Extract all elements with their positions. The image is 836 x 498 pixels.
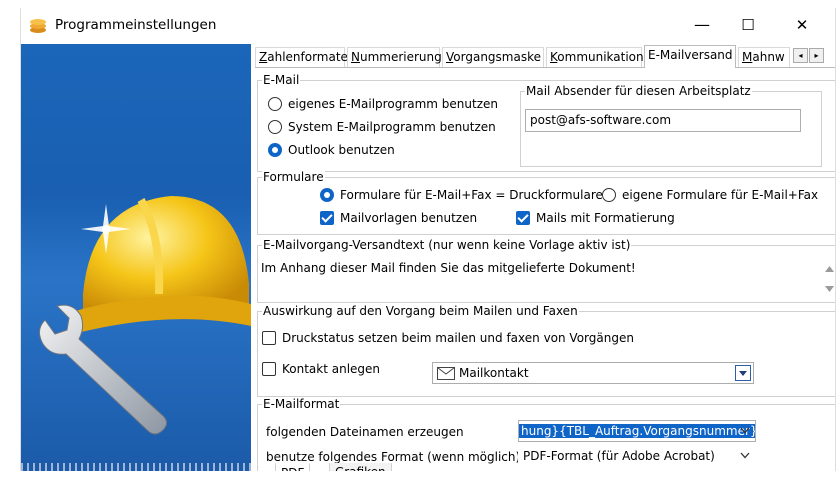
tab-strip: Zahlenformate Nummerierung Vorgangsmaske… — [255, 45, 835, 68]
radio-own-label: eigenes E-Mailprogramm benutzen — [288, 97, 498, 111]
maximize-button[interactable]: ☐ — [725, 8, 771, 42]
tab-grafiken[interactable]: Grafiken — [329, 463, 392, 471]
chevron-down-icon — [735, 365, 751, 381]
tab-label: Nummerierung — [351, 50, 442, 64]
format-value: PDF-Format (für Adobe Acrobat) — [523, 449, 715, 463]
tab-content-e-mailversand: E-Mail eigenes E-Mailprogramm benutzen S… — [255, 67, 835, 471]
radio-system-mail-program[interactable] — [268, 120, 282, 134]
radio-own-mail-program[interactable] — [268, 97, 282, 111]
auswirkung-group: Auswirkung auf den Vorgang beim Mailen u… — [257, 304, 835, 397]
tab-vorgangsmaske[interactable]: Vorgangsmaske — [442, 47, 544, 67]
contact-type-value: Mailkontakt — [459, 366, 529, 380]
checkbox-mail-formatting[interactable] — [516, 211, 530, 225]
settings-window: Programmeinstellungen — ☐ ✕ Zahlenformat… — [20, 8, 836, 471]
tab-label: Zahlenformate — [259, 50, 348, 64]
tab-label: Mahnw — [742, 50, 785, 64]
mailformat-group: E-Mailformat folgenden Dateinamen erzeug… — [257, 397, 835, 471]
checkbox-print-status[interactable] — [262, 331, 276, 345]
radio-own-forms-label: eigene Formulare für E-Mail+Fax — [622, 188, 819, 202]
chevron-down-icon — [737, 448, 753, 464]
versandtext-group: E-Mailvorgang-Versandtext (nur wenn kein… — [257, 238, 835, 303]
tab-label: Vorgangsmaske — [446, 50, 541, 64]
radio-outlook[interactable] — [268, 143, 282, 157]
radio-print-forms-label: Formulare für E-Mail+Fax = Druckformular… — [340, 188, 603, 202]
checkbox-create-contact-label: Kontakt anlegen — [282, 362, 381, 376]
tab-pdf[interactable]: PDF — [275, 463, 311, 471]
mail-sender-legend: Mail Absender für diesen Arbeitsplatz — [525, 84, 752, 98]
chevron-down-icon — [737, 423, 753, 439]
tab-kommunikation[interactable]: Kommunikation — [546, 47, 644, 67]
checkbox-mail-formatting-label: Mails mit Formatierung — [536, 211, 675, 225]
window-title: Programmeinstellungen — [55, 17, 217, 33]
radio-system-label: System E-Mailprogramm benutzen — [288, 120, 496, 134]
tab-mahnwesen[interactable]: Mahnw — [738, 47, 790, 67]
tab-label: E-Mailversand — [648, 48, 733, 62]
hardhat-wrench-icon — [39, 196, 251, 435]
versandtext-scrollbar[interactable] — [821, 258, 835, 300]
radio-print-forms[interactable] — [320, 188, 334, 202]
tab-scroll-right-button[interactable]: ▸ — [809, 48, 824, 63]
mailformat-legend: E-Mailformat — [262, 397, 341, 411]
checkbox-mail-templates-label: Mailvorlagen benutzen — [340, 211, 478, 225]
radio-own-forms[interactable] — [602, 188, 616, 202]
tab-e-mailversand[interactable]: E-Mailversand — [644, 45, 736, 68]
formulare-legend: Formulare — [262, 170, 325, 184]
tab-nummerierung[interactable]: Nummerierung — [347, 47, 442, 67]
checkbox-print-status-label: Druckstatus setzen beim mailen und faxen… — [282, 331, 634, 345]
mail-sender-group: Mail Absender für diesen Arbeitsplatz po… — [520, 84, 822, 167]
versandtext-legend: E-Mailvorgang-Versandtext (nur wenn kein… — [262, 238, 632, 252]
minimize-button[interactable]: — — [679, 8, 725, 42]
filename-value: hung}{TBL_Auftrag.Vorgangsnummer} — [519, 424, 755, 438]
envelope-icon — [437, 367, 455, 380]
filename-select[interactable]: hung}{TBL_Auftrag.Vorgangsnummer} — [518, 420, 756, 442]
side-banner — [21, 44, 251, 471]
banner-footer — [21, 463, 251, 471]
coins-icon — [30, 19, 46, 33]
email-group-legend: E-Mail — [262, 73, 301, 87]
checkbox-create-contact[interactable] — [262, 362, 276, 376]
mail-sender-input[interactable]: post@afs-software.com — [525, 109, 801, 132]
versandtext-textarea[interactable]: Im Anhang dieser Mail finden Sie das mit… — [259, 258, 814, 300]
tab-scroll-left-button[interactable]: ◂ — [793, 48, 808, 63]
scroll-arrows-icon — [825, 266, 834, 292]
contact-type-select[interactable]: Mailkontakt — [432, 362, 754, 384]
tab-zahlenformate[interactable]: Zahlenformate — [255, 47, 348, 67]
checkbox-mail-templates[interactable] — [320, 211, 334, 225]
title-bar: Programmeinstellungen — ☐ ✕ — [21, 8, 835, 44]
formulare-group: Formulare Formulare für E-Mail+Fax = Dru… — [257, 170, 835, 235]
email-group: E-Mail eigenes E-Mailprogramm benutzen S… — [257, 73, 835, 172]
radio-outlook-label: Outlook benutzen — [288, 143, 395, 157]
bottom-tab-strip: PDF Grafiken — [275, 463, 475, 471]
auswirkung-legend: Auswirkung auf den Vorgang beim Mailen u… — [262, 304, 579, 318]
close-button[interactable]: ✕ — [779, 8, 825, 42]
format-select[interactable]: PDF-Format (für Adobe Acrobat) — [518, 445, 756, 467]
tab-label: Kommunikation — [550, 50, 644, 64]
filename-label: folgenden Dateinamen erzeugen — [266, 425, 464, 439]
